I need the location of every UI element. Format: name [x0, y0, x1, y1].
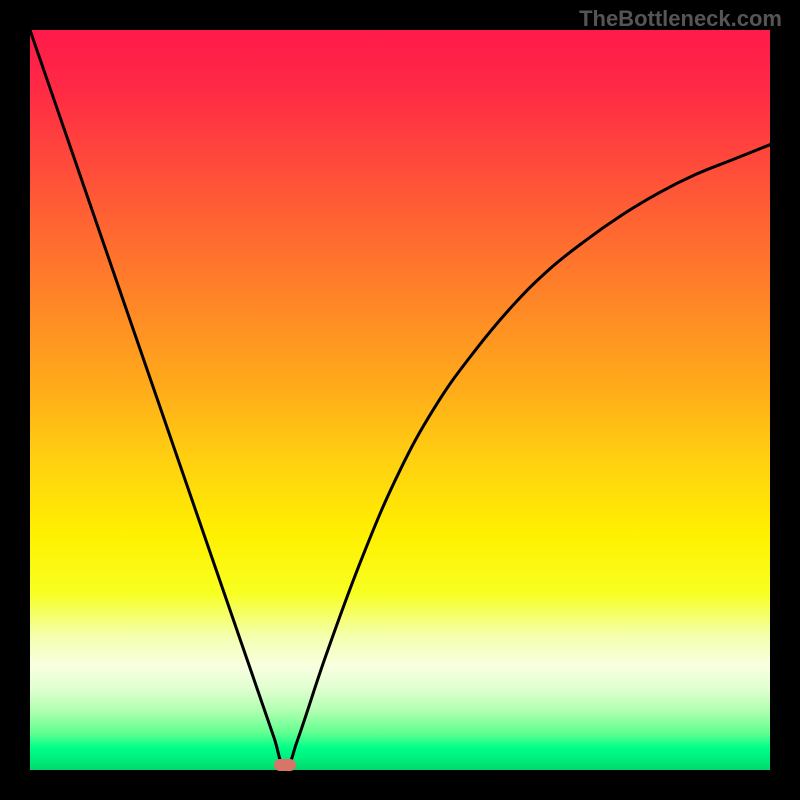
bottleneck-minimum-marker [274, 759, 296, 771]
bottleneck-curve [30, 30, 770, 770]
chart-plot-area [30, 30, 770, 770]
watermark: TheBottleneck.com [579, 6, 782, 32]
